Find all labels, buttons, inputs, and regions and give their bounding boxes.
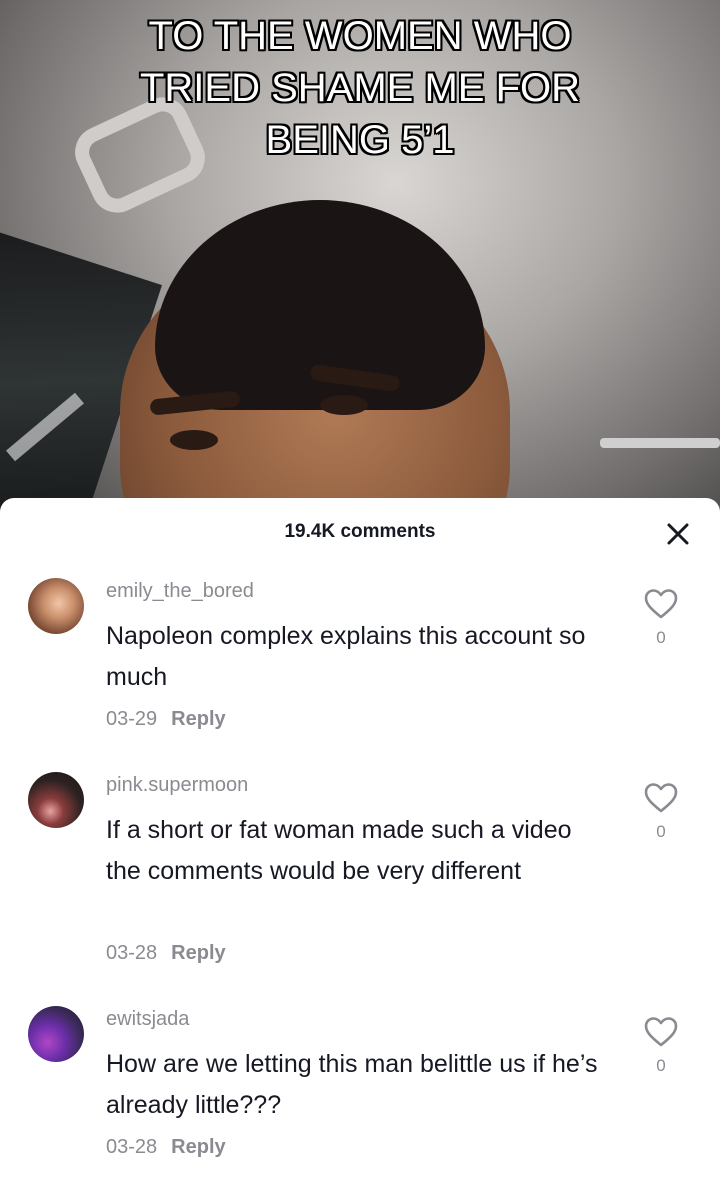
left-eye	[170, 430, 218, 450]
right-eye	[320, 395, 368, 415]
background-bar	[600, 438, 720, 448]
like-count: 0	[656, 1056, 666, 1075]
reply-button[interactable]: Reply	[171, 1136, 225, 1158]
comment-text: Napoleon complex explains this account s…	[106, 622, 586, 691]
reply-button[interactable]: Reply	[171, 708, 225, 730]
like-count: 0	[656, 822, 666, 841]
comment-date: 03-29	[106, 708, 158, 730]
comment-username[interactable]: pink.supermoon	[106, 774, 248, 797]
heart-icon[interactable]	[643, 588, 679, 620]
avatar[interactable]	[28, 578, 84, 634]
comment-username[interactable]: ewitsjada	[106, 1008, 189, 1031]
comment-date: 03-28	[106, 942, 158, 964]
video-caption: TO THE WOMEN WHO TRIED SHAME ME FOR BEIN…	[139, 14, 581, 162]
comment-username[interactable]: emily_the_bored	[106, 580, 254, 603]
heart-icon[interactable]	[643, 782, 679, 814]
reply-button[interactable]: Reply	[171, 942, 225, 964]
close-icon[interactable]	[662, 518, 694, 550]
comment-date: 03-28	[106, 1136, 158, 1158]
comments-header: 19.4K comments	[0, 498, 720, 568]
comment-meta: 03-28 Reply	[106, 1136, 226, 1159]
like-count: 0	[656, 628, 666, 647]
comments-count: 19.4K comments	[284, 521, 436, 542]
comment-meta: 03-28 Reply	[106, 942, 226, 965]
comment-meta: 03-29 Reply	[106, 708, 226, 731]
avatar[interactable]	[28, 1006, 84, 1062]
heart-icon[interactable]	[643, 1016, 679, 1048]
avatar[interactable]	[28, 772, 84, 828]
comment-text: If a short or fat woman made such a vide…	[106, 816, 572, 885]
video-frame[interactable]: TO THE WOMEN WHO TRIED SHAME ME FOR BEIN…	[0, 0, 720, 520]
comment-text: How are we letting this man belittle us …	[106, 1050, 598, 1119]
comments-sheet: 19.4K comments emily_the_bored Napoleon …	[0, 498, 720, 1192]
